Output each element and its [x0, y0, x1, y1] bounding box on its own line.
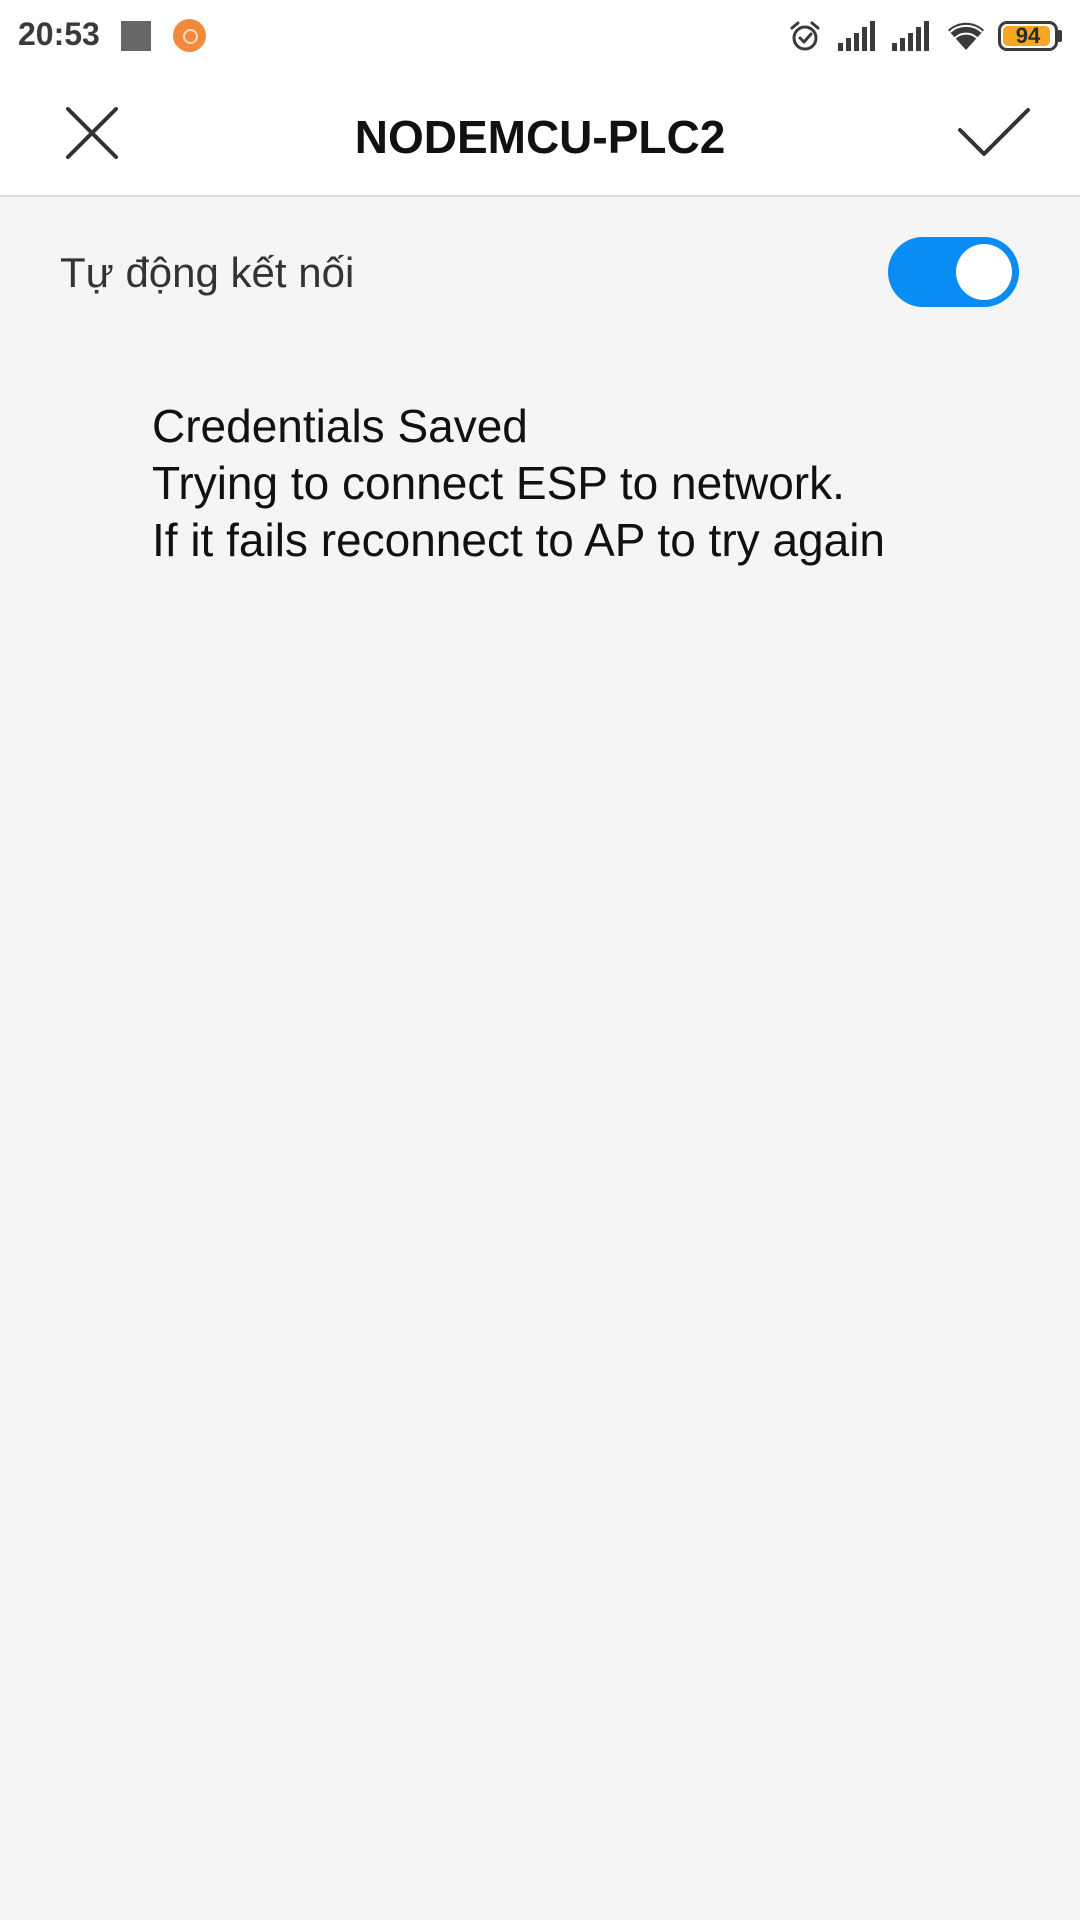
battery-icon: 94: [998, 21, 1062, 51]
status-bar: 20:53 94: [0, 0, 1080, 72]
close-icon: [66, 106, 118, 164]
status-message: Credentials Saved Trying to connect ESP …: [152, 398, 1032, 569]
alarm-icon: [788, 19, 822, 53]
toggle-knob: [956, 244, 1012, 300]
auto-connect-toggle[interactable]: [888, 237, 1019, 307]
notification-square-icon: [121, 21, 151, 51]
title-bar: NODEMCU-PLC2: [0, 72, 1080, 197]
page-title: NODEMCU-PLC2: [354, 111, 726, 163]
message-line: Trying to connect ESP to network.: [152, 457, 845, 509]
status-time: 20:53: [18, 16, 100, 52]
message-line: If it fails reconnect to AP to try again: [152, 514, 885, 566]
check-icon: [958, 107, 1030, 163]
wifi-icon: [946, 20, 986, 52]
signal-icon: [892, 21, 932, 51]
status-icons: 94: [788, 14, 1062, 58]
auto-connect-row: Tự động kết nối: [0, 197, 1080, 347]
app-notification-icon: [173, 19, 206, 52]
auto-connect-label: Tự động kết nối: [60, 249, 355, 296]
battery-level: 94: [1015, 23, 1041, 48]
signal-icon: [838, 21, 878, 51]
close-button[interactable]: [56, 99, 128, 171]
confirm-button[interactable]: [952, 99, 1036, 171]
message-line: Credentials Saved: [152, 400, 528, 452]
